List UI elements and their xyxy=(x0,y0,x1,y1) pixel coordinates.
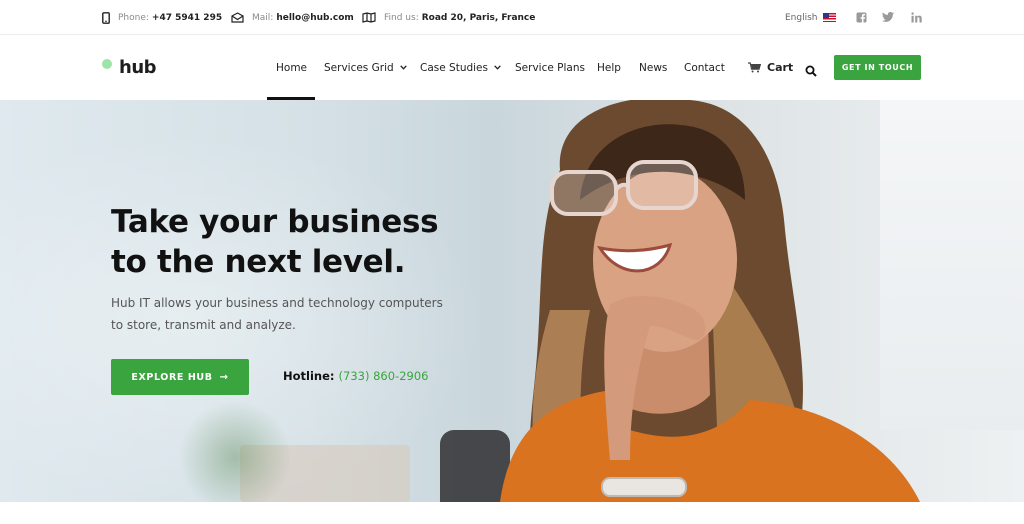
map-icon xyxy=(362,12,376,23)
chevron-down-icon xyxy=(399,65,407,70)
hotline-label: Hotline: xyxy=(283,369,335,383)
nav-item-contact[interactable]: Contact xyxy=(684,35,725,100)
hotline-number[interactable]: (733) 860-2906 xyxy=(339,369,429,383)
cart-button[interactable]: Cart xyxy=(748,35,793,100)
explore-hub-label: EXPLORE HUB xyxy=(131,371,213,383)
nav-item-label: Service Plans xyxy=(515,61,585,74)
nav-item-label: Home xyxy=(276,61,308,74)
nav-item-service-plans[interactable]: Service Plans xyxy=(515,35,585,100)
hero-headline: Take your business to the next level. xyxy=(111,202,471,282)
cart-label: Cart xyxy=(767,61,794,74)
nav-item-help[interactable]: Help xyxy=(597,35,621,100)
language-selector[interactable]: English xyxy=(785,0,836,35)
cart-icon xyxy=(748,62,761,73)
page-bottom-strip xyxy=(0,502,1024,524)
mail-info: Mail: hello@hub.com xyxy=(231,0,354,35)
top-info-bar: Phone: +47 5941 295 Mail: hello@hub.com … xyxy=(0,0,1024,35)
nav-item-label: Case Studies xyxy=(420,61,488,74)
phone-value[interactable]: +47 5941 295 xyxy=(152,13,222,23)
phone-label: Phone: xyxy=(118,12,149,23)
address-label: Find us: xyxy=(384,12,419,23)
arrow-right-icon: → xyxy=(219,371,229,383)
hero-headline-line2: to the next level. xyxy=(111,244,406,280)
logo[interactable]: hub xyxy=(102,57,157,78)
nav-item-label: Help xyxy=(597,61,621,74)
hero-woman-photo xyxy=(500,100,920,502)
hotline: Hotline: (733) 860-2906 xyxy=(283,369,428,383)
address-info: Find us: Road 20, Paris, France xyxy=(362,0,535,35)
mail-label: Mail: xyxy=(252,12,274,23)
facebook-icon[interactable] xyxy=(855,11,867,23)
envelope-icon xyxy=(231,12,244,23)
hero-section: Take your business to the next level. Hu… xyxy=(0,100,1024,502)
mail-value[interactable]: hello@hub.com xyxy=(276,13,353,23)
get-in-touch-button[interactable]: GET IN TOUCH xyxy=(834,55,921,80)
us-flag-icon xyxy=(822,13,836,22)
linkedin-icon[interactable] xyxy=(910,11,922,23)
hero-bg-plant xyxy=(180,390,290,502)
hero-headline-line1: Take your business xyxy=(111,204,439,240)
nav-item-home[interactable]: Home xyxy=(276,35,307,100)
address-value: Road 20, Paris, France xyxy=(421,12,536,23)
nav-item-news[interactable]: News xyxy=(639,35,667,100)
hero-subtitle: Hub IT allows your business and technolo… xyxy=(111,292,451,336)
search-icon[interactable] xyxy=(805,62,817,77)
nav-item-services-grid[interactable]: Services Grid xyxy=(324,35,407,100)
hero-subtitle-line2: to store, transmit and analyze. xyxy=(111,318,296,332)
nav-item-label: News xyxy=(639,61,668,74)
nav-item-case-studies[interactable]: Case Studies xyxy=(420,35,501,100)
nav-item-label: Contact xyxy=(684,61,725,74)
phone-icon xyxy=(102,11,110,24)
logo-dot-icon xyxy=(102,58,112,69)
hero-subtitle-line1: Hub IT allows your business and technolo… xyxy=(111,296,443,310)
language-label: English xyxy=(785,12,818,23)
explore-hub-button[interactable]: EXPLORE HUB → xyxy=(111,359,249,395)
twitter-icon[interactable] xyxy=(882,11,894,23)
logo-text: hub xyxy=(119,57,157,78)
chevron-down-icon xyxy=(494,65,501,70)
phone-info: Phone: +47 5941 295 xyxy=(102,0,222,35)
main-navigation: hub Home Services Grid Case Studies Serv… xyxy=(0,35,1024,100)
nav-item-label: Services Grid xyxy=(324,61,394,74)
